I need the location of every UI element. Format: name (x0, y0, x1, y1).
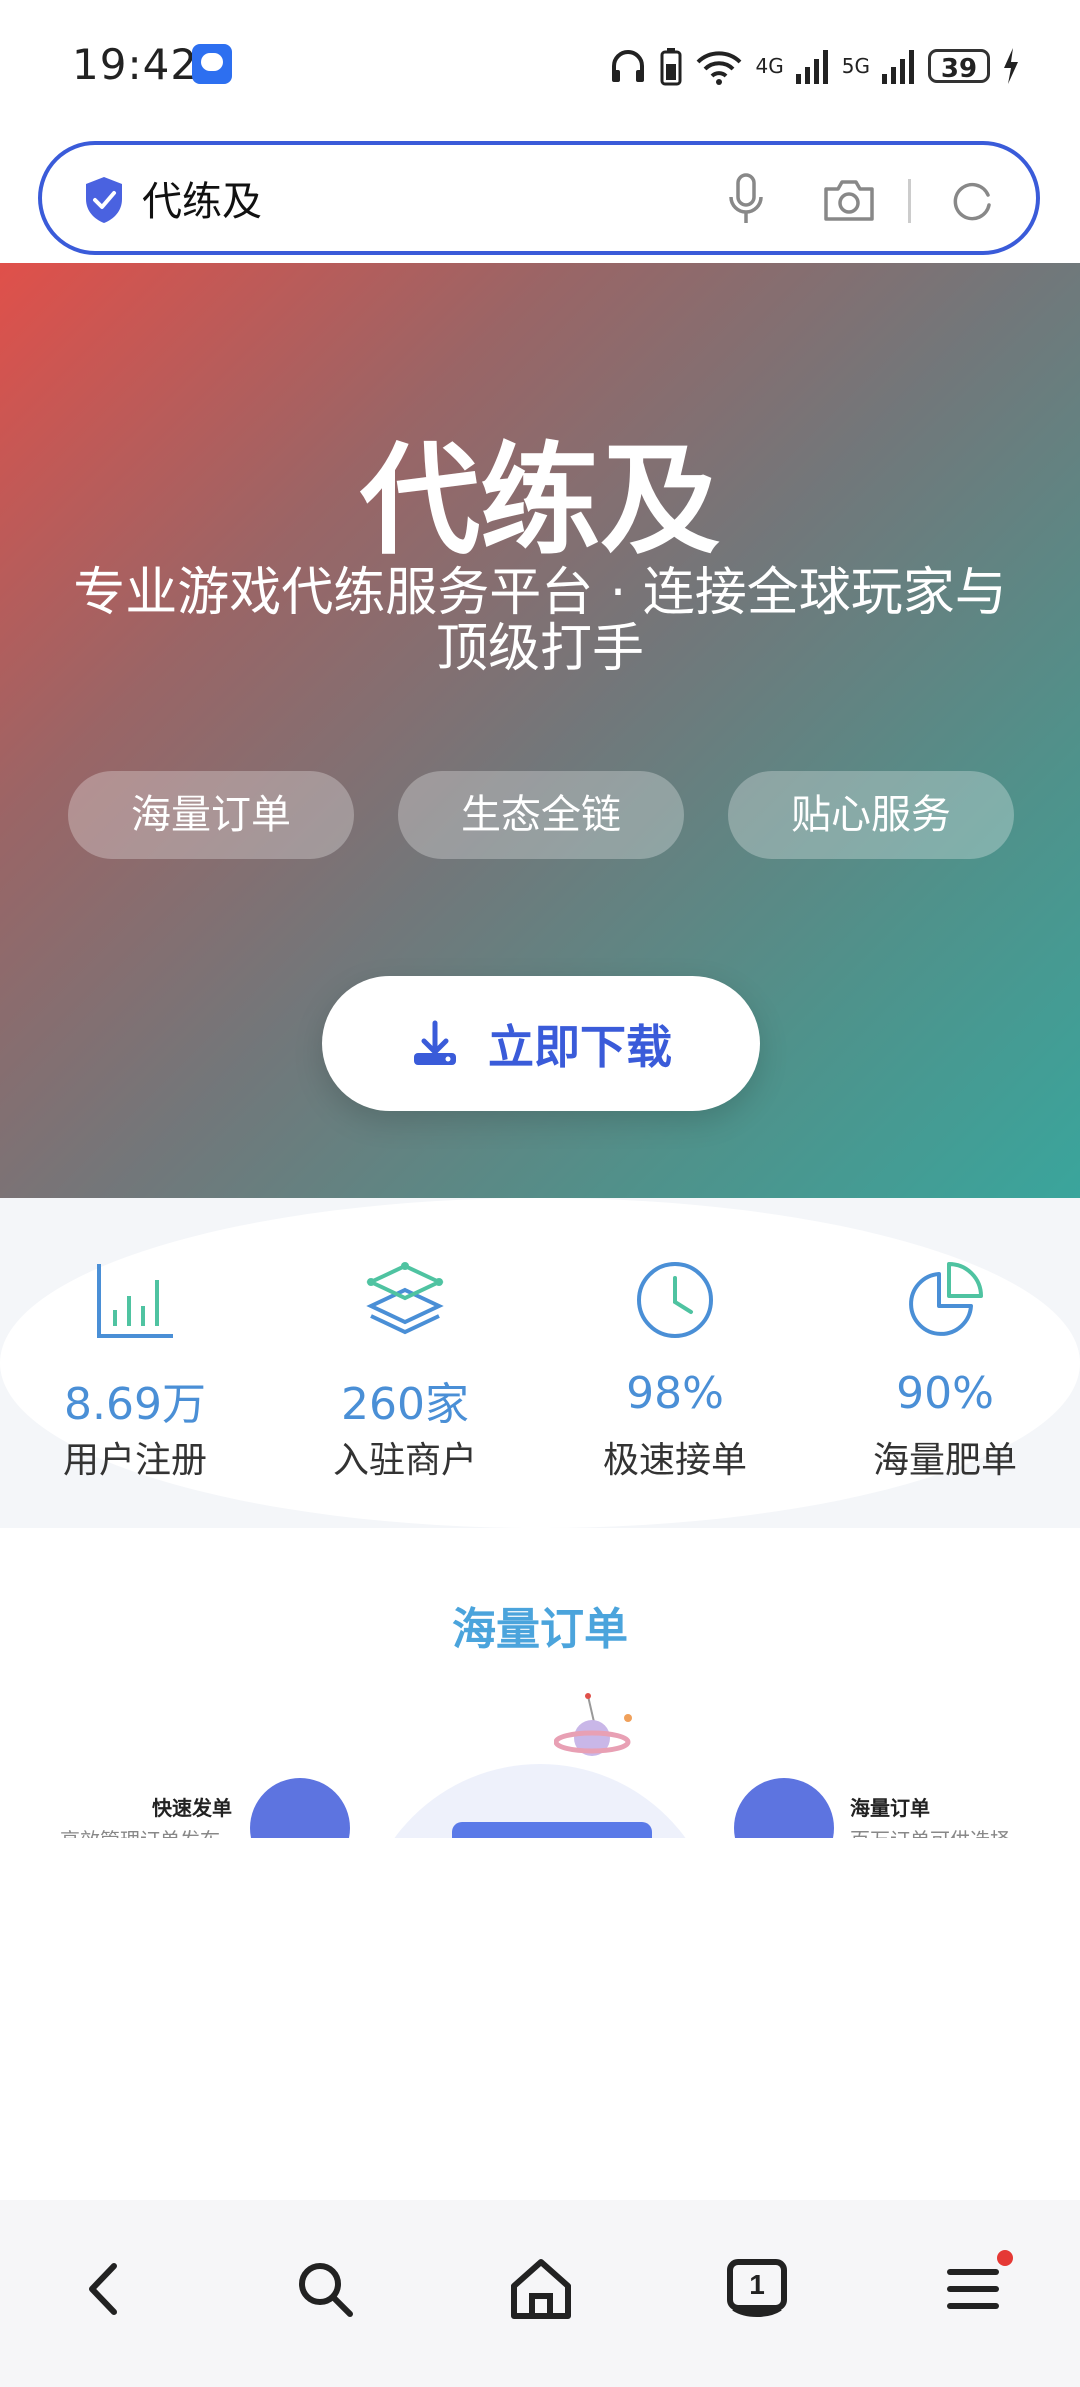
signal-icon (795, 50, 828, 84)
tag-pill: 贴心服务 (728, 771, 1014, 859)
tab-count: 1 (749, 2269, 765, 2300)
search-bar[interactable]: 代练及 (38, 141, 1040, 255)
stats-section: 8.69万 用户注册 260家 入驻商户 98% 极速接单 90% 海量肥单 (0, 1198, 1080, 1528)
bottom-navigation: 1 (0, 2200, 1080, 2387)
search-input[interactable]: 代练及 (142, 169, 262, 227)
feature-desc: 百万订单可供选择 (850, 1824, 1010, 1838)
stat-value: 90% (896, 1368, 994, 1419)
home-icon[interactable] (506, 2254, 576, 2324)
stat-value: 98% (626, 1368, 724, 1419)
status-time: 19:42 (72, 40, 199, 89)
feature-title: 快速发单 (152, 1796, 232, 1820)
camera-icon[interactable] (822, 177, 876, 223)
network-5g-label: 5G (841, 54, 870, 78)
stat-value: 8.69万 (64, 1379, 206, 1430)
planet-icon (554, 1693, 632, 1756)
stats-panel: 8.69万 用户注册 260家 入驻商户 98% 极速接单 90% 海量肥单 (0, 1198, 1080, 1528)
feature-illustration: 快速发单 高效管理订单发布 海量订单 百万订单可供选择 (0, 1680, 1080, 1838)
signal-icon (882, 50, 914, 84)
search-icon[interactable] (290, 2254, 360, 2324)
stat-label: 用户注册 (62, 1440, 207, 1481)
status-icons: 4G 5G 39 (608, 44, 1020, 88)
tag-pill: 生态全链 (398, 771, 684, 859)
wifi-icon (696, 51, 741, 85)
app-notification-icon (192, 44, 232, 84)
feature-card (452, 1822, 652, 1838)
stat-label: 海量肥单 (872, 1440, 1017, 1481)
status-bar: 19:42 4G 5G 39 (0, 0, 1080, 135)
back-icon[interactable] (70, 2254, 140, 2324)
shield-icon (86, 177, 122, 223)
stat-label: 入驻商户 (332, 1440, 477, 1481)
download-button[interactable]: 立即下载 (322, 976, 760, 1111)
notification-dot (997, 2250, 1013, 2266)
tabs-icon[interactable]: 1 (722, 2254, 792, 2324)
tag-pill: 海量订单 (68, 771, 354, 859)
download-label: 立即下载 (488, 1019, 672, 1074)
section-title: 海量订单 (452, 1604, 628, 1655)
feature-title: 海量订单 (850, 1796, 930, 1820)
feature-desc: 高效管理订单发布 (60, 1824, 220, 1838)
download-icon (414, 1020, 456, 1065)
clock-icon (637, 1262, 713, 1338)
pie-chart-icon (909, 1262, 983, 1336)
phone-battery-icon (660, 48, 682, 86)
stat-value: 260家 (341, 1379, 469, 1430)
refresh-icon[interactable] (948, 177, 996, 225)
mic-icon[interactable] (726, 173, 766, 227)
hero-subtitle: 专业游戏代练服务平台 · 连接全球玩家与顶级打手 (73, 563, 1007, 679)
hero-title: 代练及 (360, 432, 720, 571)
search-divider (908, 179, 911, 223)
charging-icon (1004, 48, 1018, 84)
network-4g-label: 4G (755, 54, 784, 78)
stat-label: 极速接单 (602, 1440, 747, 1481)
menu-icon[interactable] (938, 2254, 1008, 2324)
battery-indicator: 39 (928, 49, 990, 84)
hero-banner: 代练及 专业游戏代练服务平台 · 连接全球玩家与顶级打手 海量订单 生态全链 贴… (0, 263, 1080, 1198)
fast-order-icon (250, 1778, 350, 1838)
headphones-icon (611, 50, 644, 82)
layers-icon (366, 1262, 444, 1335)
bar-chart-icon (97, 1264, 173, 1338)
orders-icon (734, 1778, 834, 1838)
